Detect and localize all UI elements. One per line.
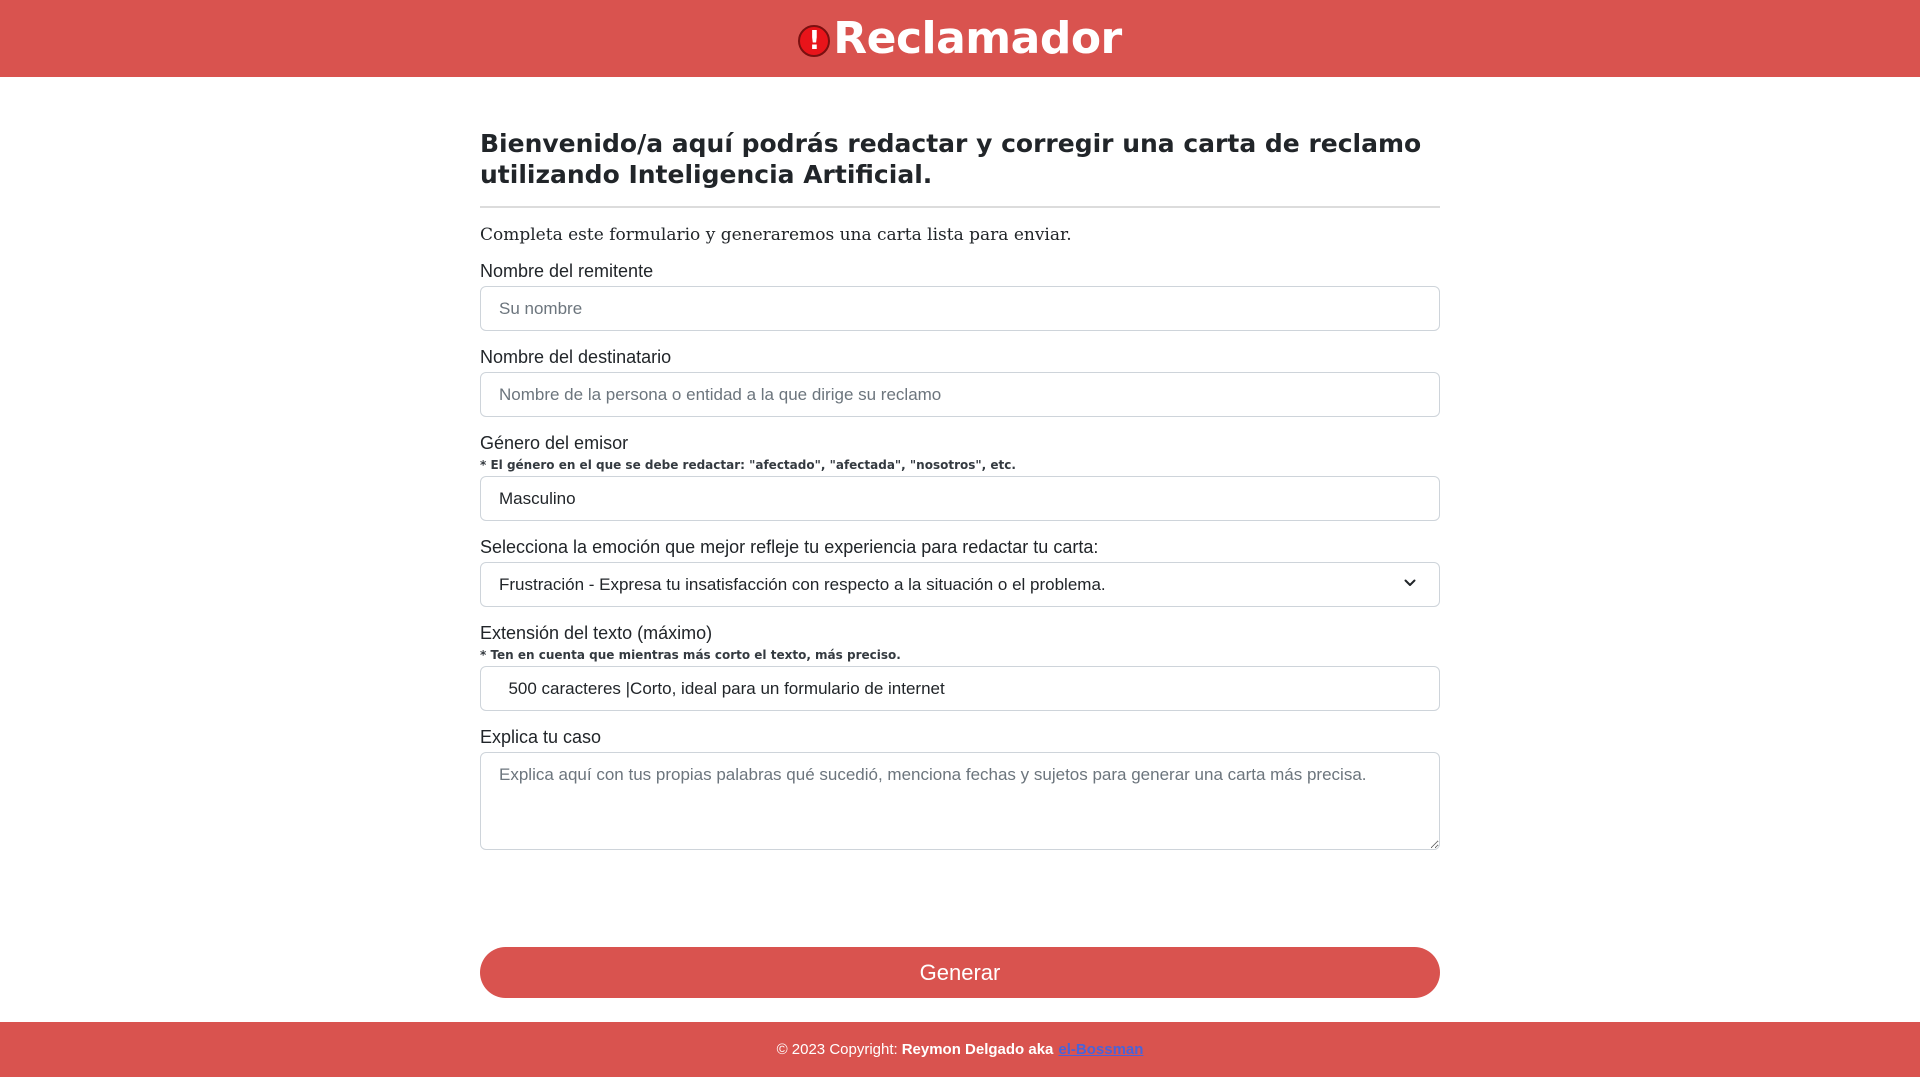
length-label: Extensión del texto (máximo) [480,623,713,643]
gender-group: Género del emisor * El género en el que … [480,433,1440,521]
copyright-text: © 2023 Copyright: [776,1041,898,1058]
case-label: Explica tu caso [480,727,602,747]
title-divider [480,206,1440,208]
author-alias-link[interactable]: el-Bossman [1058,1041,1143,1058]
emotion-select-wrapper: Frustración - Expresa tu insatisfacción … [480,562,1440,607]
case-textarea[interactable] [480,752,1440,850]
emotion-select[interactable]: Frustración - Expresa tu insatisfacción … [480,562,1440,607]
length-group: Extensión del texto (máximo) * Ten en cu… [480,623,1440,711]
brand-logo[interactable]: ! Reclamador [798,13,1122,64]
gender-label: Género del emisor [480,433,629,453]
recipient-group: Nombre del destinatario [480,347,1440,417]
recipient-label: Nombre del destinatario [480,347,672,367]
recipient-name-input[interactable] [480,372,1440,417]
footer: © 2023 Copyright: Reymon Delgado aka el-… [0,1022,1920,1077]
brand-name: Reclamador [833,13,1122,64]
length-hint: * Ten en cuenta que mientras más corto e… [480,648,901,662]
intro-text: Completa este formulario y generaremos u… [480,225,1072,245]
sender-label: Nombre del remitente [480,261,654,281]
generate-button[interactable]: Generar [480,947,1440,998]
author-name: Reymon Delgado aka [901,1041,1054,1058]
emotion-label: Selecciona la emoción que mejor refleje … [480,537,1099,557]
gender-input[interactable] [480,476,1440,521]
sender-name-input[interactable] [480,286,1440,331]
gender-hint: * El género en el que se debe redactar: … [480,458,1016,472]
emotion-group: Selecciona la emoción que mejor refleje … [480,537,1440,607]
exclamation-icon: ! [798,24,831,57]
sender-group: Nombre del remitente [480,261,1440,331]
length-input[interactable] [480,666,1440,711]
main-container: Bienvenido/a aquí podrás redactar y corr… [480,128,1440,871]
case-group: Explica tu caso [480,727,1440,855]
page-title: Bienvenido/a aquí podrás redactar y corr… [480,129,1422,189]
top-header: ! Reclamador [0,0,1920,77]
